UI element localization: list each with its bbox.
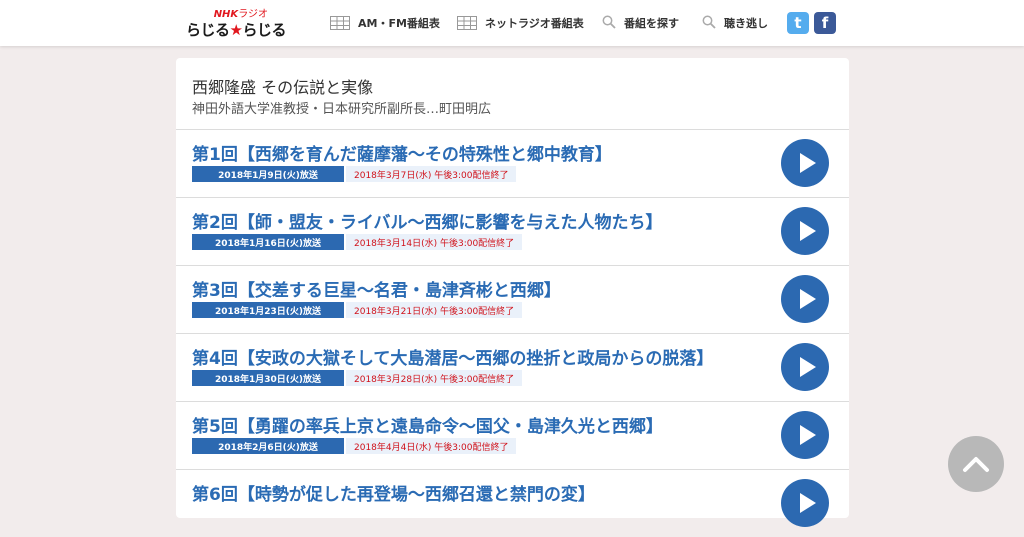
site-header: NHKラジオ らじる★らじる AM・FM番組表 ネットラジオ番組表 番組を探す … xyxy=(0,0,1024,46)
play-icon xyxy=(799,425,816,445)
episode-title[interactable]: 第3回【交差する巨星～名君・島津斉彬と西郷】 xyxy=(192,276,561,301)
nav-label: AM・FM番組表 xyxy=(358,17,440,30)
twitter-icon[interactable]: t xyxy=(787,12,809,34)
logo-brand: NHKラジオ xyxy=(213,9,268,20)
search-icon xyxy=(702,15,716,32)
stream-end-badge: 2018年3月14日(水) 午後3:00配信終了 xyxy=(346,234,523,250)
chevron-up-icon xyxy=(963,457,989,472)
episode-item: 第5回【勇躍の率兵上京と遠島命令～国父・島津久光と西郷】 2018年2月6日(火… xyxy=(176,401,849,469)
episode-item: 第1回【西郷を育んだ薩摩藩～その特殊性と郷中教育】 2018年1月9日(火)放送… xyxy=(176,129,849,197)
nav-catch-up[interactable]: 聴き逃し xyxy=(702,13,768,33)
episode-item: 第6回【時勢が促した再登場～西郷召還と禁門の変】 xyxy=(176,469,849,537)
play-button[interactable] xyxy=(781,411,829,459)
nav-label: 番組を探す xyxy=(624,17,679,30)
play-icon xyxy=(799,289,816,309)
logo-name: らじる★らじる xyxy=(186,21,286,39)
radiru-logo[interactable]: NHKラジオ らじる★らじる xyxy=(186,5,286,39)
episode-title[interactable]: 第1回【西郷を育んだ薩摩藩～その特殊性と郷中教育】 xyxy=(192,140,612,165)
stream-end-badge: 2018年3月7日(水) 午後3:00配信終了 xyxy=(346,166,517,182)
nav-label: ネットラジオ番組表 xyxy=(485,17,584,30)
nav-search-programs[interactable]: 番組を探す xyxy=(602,13,679,33)
episode-title[interactable]: 第6回【時勢が促した再登場～西郷召還と禁門の変】 xyxy=(192,480,595,505)
episode-list: 第1回【西郷を育んだ薩摩藩～その特殊性と郷中教育】 2018年1月9日(火)放送… xyxy=(176,129,849,537)
play-button[interactable] xyxy=(781,275,829,323)
play-button[interactable] xyxy=(781,479,829,527)
episode-title[interactable]: 第5回【勇躍の率兵上京と遠島命令～国父・島津久光と西郷】 xyxy=(192,412,663,437)
broadcast-date-badge: 2018年1月16日(火)放送 xyxy=(192,234,344,250)
facebook-icon[interactable]: f xyxy=(814,12,836,34)
series-title: 西郷隆盛 その伝説と実像 xyxy=(192,78,374,97)
episode-title[interactable]: 第2回【師・盟友・ライバル～西郷に影響を与えた人物たち】 xyxy=(192,208,663,233)
broadcast-date-badge: 2018年1月9日(火)放送 xyxy=(192,166,344,182)
stream-end-badge: 2018年3月28日(水) 午後3:00配信終了 xyxy=(346,370,523,386)
episode-item: 第2回【師・盟友・ライバル～西郷に影響を与えた人物たち】 2018年1月16日(… xyxy=(176,197,849,265)
play-icon xyxy=(799,493,816,513)
broadcast-date-badge: 2018年1月23日(火)放送 xyxy=(192,302,344,318)
series-subtitle: 神田外語大学准教授・日本研究所副所長…町田明広 xyxy=(192,102,492,117)
episode-title[interactable]: 第4回【安政の大獄そして大島潜居～西郷の挫折と政局からの脱落】 xyxy=(192,344,713,369)
series-panel: 西郷隆盛 その伝説と実像 神田外語大学准教授・日本研究所副所長…町田明広 第1回… xyxy=(176,58,849,527)
episode-item: 第3回【交差する巨星～名君・島津斉彬と西郷】 2018年1月23日(火)放送 2… xyxy=(176,265,849,333)
play-button[interactable] xyxy=(781,139,829,187)
play-button[interactable] xyxy=(781,343,829,391)
episode-item: 第4回【安政の大獄そして大島潜居～西郷の挫折と政局からの脱落】 2018年1月3… xyxy=(176,333,849,401)
broadcast-date-badge: 2018年1月30日(火)放送 xyxy=(192,370,344,386)
grid-icon xyxy=(457,16,477,30)
play-icon xyxy=(799,221,816,241)
nav-net-radio-schedule[interactable]: ネットラジオ番組表 xyxy=(457,13,584,33)
play-icon xyxy=(799,357,816,377)
nav-am-fm-schedule[interactable]: AM・FM番組表 xyxy=(330,13,440,33)
broadcast-date-badge: 2018年2月6日(火)放送 xyxy=(192,438,344,454)
nav-label: 聴き逃し xyxy=(724,17,768,30)
stream-end-badge: 2018年4月4日(水) 午後3:00配信終了 xyxy=(346,438,517,454)
stream-end-badge: 2018年3月21日(水) 午後3:00配信終了 xyxy=(346,302,523,318)
back-to-top-button[interactable] xyxy=(948,436,1004,492)
play-icon xyxy=(799,153,816,173)
play-button[interactable] xyxy=(781,207,829,255)
grid-icon xyxy=(330,16,350,30)
search-icon xyxy=(602,15,616,32)
